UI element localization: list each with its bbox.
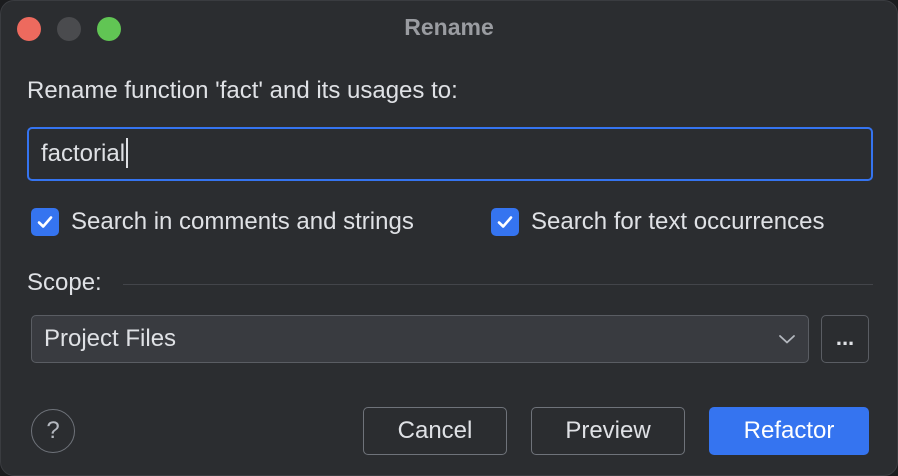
new-name-value: factorial [41,140,126,167]
search-text-occurrences-label: Search for text occurrences [531,208,825,235]
rename-dialog: Rename Rename function 'fact' and its us… [0,0,898,476]
rename-prompt: Rename function 'fact' and its usages to… [27,77,458,104]
scope-more-button[interactable]: ... [821,315,869,363]
dialog-title: Rename [404,14,494,40]
search-text-occurrences-checkbox[interactable] [491,208,519,236]
new-name-input[interactable]: factorial [27,127,873,181]
preview-button[interactable]: Preview [531,407,685,455]
scope-selected-value: Project Files [44,325,177,352]
chevron-down-icon [779,335,795,344]
help-icon: ? [46,417,60,444]
text-caret [126,137,129,168]
cancel-button[interactable]: Cancel [363,407,507,455]
checkmark-icon [37,216,53,228]
checkmark-icon [497,216,513,228]
search-comments-option[interactable]: Search in comments and strings [31,205,414,239]
search-comments-checkbox[interactable] [31,208,59,236]
search-text-occurrences-option[interactable]: Search for text occurrences [491,205,824,239]
help-button[interactable]: ? [31,409,75,453]
scope-label: Scope: [27,269,102,296]
title-bar[interactable]: Rename [1,1,897,55]
scope-dropdown[interactable]: Project Files [31,315,809,363]
search-comments-label: Search in comments and strings [71,208,414,235]
refactor-button[interactable]: Refactor [709,407,869,455]
scope-separator [123,284,873,285]
